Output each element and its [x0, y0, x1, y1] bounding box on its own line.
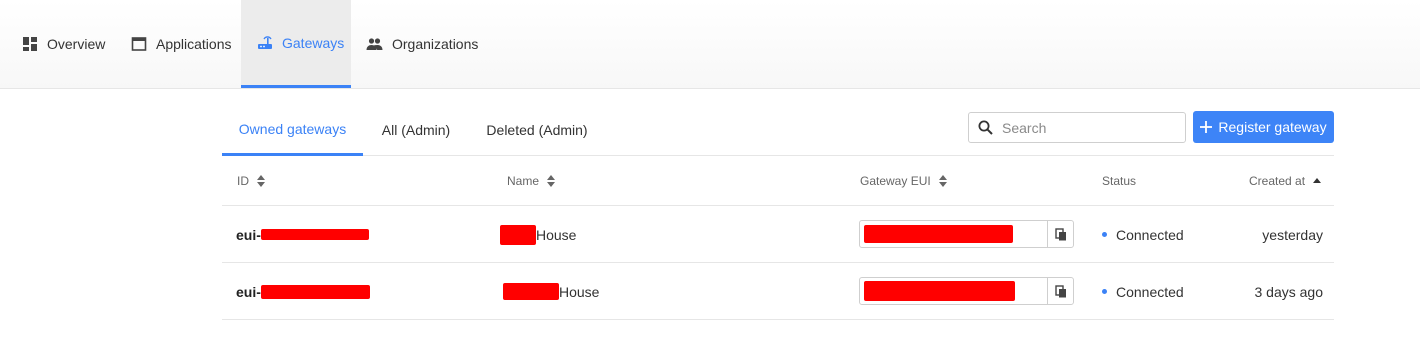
- copy-icon: [1054, 227, 1066, 240]
- gateway-id: eui-: [236, 263, 370, 320]
- name-suffix: House: [536, 226, 577, 243]
- column-header-status: Status: [1102, 156, 1136, 206]
- status-badge: Connected: [1102, 263, 1184, 320]
- gateway-name: House: [500, 206, 576, 263]
- sort-icon: [257, 175, 265, 187]
- search-icon: [978, 120, 993, 135]
- top-navigation: Overview Applications Gateways Organizat…: [0, 0, 1420, 89]
- gateway-eui-field: [859, 220, 1074, 248]
- header-label: Status: [1102, 174, 1137, 188]
- redacted-block: [260, 284, 370, 299]
- window-icon: [131, 37, 147, 51]
- sort-icon: [938, 175, 947, 187]
- gateway-name: House: [503, 263, 599, 320]
- table-header: ID Name Gateway EUI Status Created at: [222, 156, 1334, 206]
- nav-organizations[interactable]: Organizations: [366, 0, 478, 88]
- status-text: Connected: [1116, 226, 1184, 243]
- column-header-name[interactable]: Name: [507, 156, 556, 206]
- register-gateway-button[interactable]: Register gateway: [1193, 111, 1334, 143]
- dashboard-icon: [23, 37, 37, 51]
- status-dot-icon: [1102, 289, 1107, 294]
- redacted-block: [260, 229, 369, 240]
- nav-gateways[interactable]: Gateways: [241, 0, 351, 88]
- header-label: Name: [507, 174, 540, 188]
- search-input[interactable]: [1002, 119, 1162, 136]
- search-box[interactable]: [968, 112, 1186, 143]
- tab-deleted-admin[interactable]: Deleted (Admin): [480, 105, 594, 155]
- redacted-block: [864, 225, 1013, 243]
- eui-value: [860, 221, 1047, 247]
- redacted-block: [864, 281, 1015, 301]
- header-label: Gateway EUI: [860, 174, 931, 188]
- eui-value: [860, 278, 1047, 304]
- copy-button[interactable]: [1047, 221, 1073, 247]
- column-header-eui[interactable]: Gateway EUI: [860, 156, 947, 206]
- tab-all-admin[interactable]: All (Admin): [372, 105, 460, 155]
- nav-overview[interactable]: Overview: [22, 0, 105, 88]
- nav-label: Applications: [156, 36, 232, 52]
- nav-label: Overview: [47, 36, 106, 52]
- header-label: ID: [237, 174, 249, 188]
- nav-label: Organizations: [392, 36, 479, 52]
- header-label: Created at: [1249, 174, 1306, 188]
- status-dot-icon: [1102, 232, 1107, 237]
- column-header-id[interactable]: ID: [237, 156, 265, 206]
- status-badge: Connected: [1102, 206, 1184, 263]
- redacted-block: [500, 224, 536, 245]
- redacted-block: [503, 283, 559, 300]
- status-text: Connected: [1116, 283, 1184, 300]
- nav-applications[interactable]: Applications: [131, 0, 232, 88]
- id-prefix: eui-: [236, 283, 261, 300]
- tab-owned-gateways[interactable]: Owned gateways: [222, 105, 363, 156]
- gateways-table: ID Name Gateway EUI Status Created at eu…: [222, 156, 1334, 320]
- gateway-eui-field: [859, 277, 1074, 305]
- copy-button[interactable]: [1047, 278, 1073, 304]
- copy-icon: [1054, 284, 1066, 297]
- gateway-id: eui-: [236, 206, 369, 263]
- table-row[interactable]: eui- House Connected 3 days ago: [222, 263, 1334, 320]
- created-at: 3 days ago: [1254, 283, 1324, 300]
- people-icon: [366, 38, 383, 50]
- id-prefix: eui-: [236, 226, 261, 243]
- register-gateway-label: Register gateway: [1218, 119, 1327, 135]
- sort-icon: [547, 175, 556, 187]
- plus-icon: [1200, 121, 1213, 133]
- column-header-created[interactable]: Created at: [1249, 156, 1322, 206]
- router-icon: [258, 35, 272, 49]
- created-at: yesterday: [1262, 226, 1323, 243]
- nav-label: Gateways: [282, 34, 345, 51]
- name-suffix: House: [559, 283, 600, 300]
- sort-ascending-icon: [1313, 178, 1322, 183]
- table-row[interactable]: eui- House Connected yesterday: [222, 206, 1334, 263]
